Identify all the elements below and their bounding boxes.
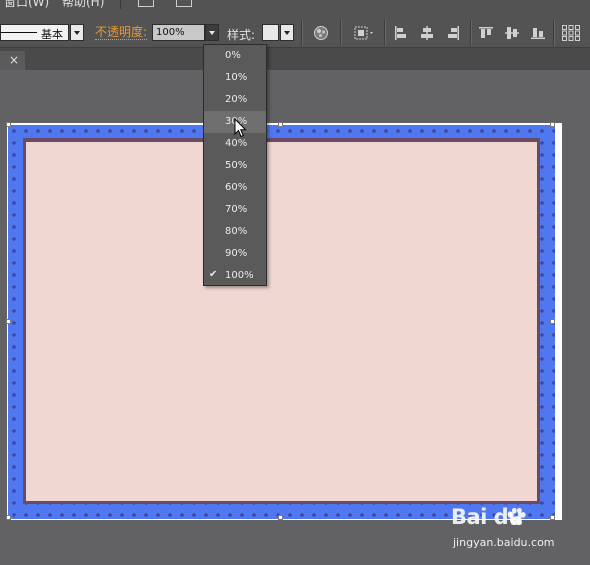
stroke-profile-label: 基本 [41,28,63,41]
baidu-logo: Bai du [451,505,526,529]
menu-window[interactable]: 窗口(W) [4,0,49,9]
control-bar: 基本 不透明度: 样式: [0,9,590,48]
menu-bar: 窗口(W) 帮助(H) [0,0,590,9]
opacity-option[interactable]: 70% [204,199,266,221]
opacity-option[interactable]: 10% [204,67,266,89]
opacity-option-label: 20% [225,94,248,105]
variable-width-profile-field[interactable]: 基本 [0,24,69,41]
opacity-option[interactable]: 60% [204,177,266,199]
graphic-style-swatch[interactable] [262,24,279,41]
toolbar-separator [340,20,342,46]
baidu-watermark: Bai du jingyan.baidu.com [449,503,589,563]
opacity-option[interactable]: 90% [204,243,266,265]
document-tab[interactable]: × [0,51,25,70]
opacity-option[interactable]: 20% [204,89,266,111]
recolor-artwork-icon[interactable] [312,24,330,42]
selection-handle[interactable] [278,515,283,520]
selection-handle[interactable] [278,122,283,127]
menu-help[interactable]: 帮助(H) [62,0,104,9]
selection-handle[interactable] [6,515,11,520]
opacity-option-label: 50% [225,160,248,171]
opacity-option-label: 70% [225,204,248,215]
opacity-option[interactable]: 80% [204,221,266,243]
opacity-option-label: 60% [225,182,248,193]
paw-icon [507,507,526,526]
toolbar-separator [301,20,303,46]
mouse-cursor-icon [234,117,248,141]
align-to-selection-icon[interactable] [353,24,377,42]
opacity-option-label: 100% [225,270,254,281]
arrange-documents-icon[interactable] [176,0,192,7]
selection-handle[interactable] [6,319,11,324]
framed-image[interactable] [26,142,537,501]
opacity-option-label: 90% [225,248,248,259]
selection-handle[interactable] [6,122,11,127]
opacity-dropdown-button[interactable] [205,24,219,41]
transform-reference-point-icon[interactable] [561,24,581,42]
vertical-align-center-icon[interactable] [503,24,521,42]
toolbar-separator [553,20,555,46]
opacity-option-label: 10% [225,72,248,83]
opacity-option[interactable]: 50% [204,155,266,177]
vertical-align-top-icon[interactable] [477,24,495,42]
horizontal-align-center-icon[interactable] [418,24,436,42]
vertical-align-bottom-icon[interactable] [529,24,547,42]
selection-handle[interactable] [550,122,555,127]
graphic-style-dropdown-button[interactable] [280,24,294,41]
bridge-icon[interactable] [138,0,154,7]
toolbar-separator [384,20,386,46]
opacity-dropdown-menu: 0%10%20%30%40%50%60%70%80%90%✔100% [203,44,267,286]
opacity-option[interactable]: ✔ 100% [204,265,266,287]
watermark-url: jingyan.baidu.com [453,536,555,549]
opacity-option[interactable]: 0% [204,45,266,67]
opacity-label[interactable]: 不透明度: [95,26,148,40]
horizontal-align-right-icon[interactable] [444,24,462,42]
style-label: 样式: [227,28,256,42]
stroke-profile-preview [1,32,37,33]
horizontal-align-left-icon[interactable] [392,24,410,42]
opacity-input[interactable] [152,24,205,41]
decorative-border-frame[interactable] [8,125,555,519]
opacity-option-label: 80% [225,226,248,237]
close-tab-icon[interactable]: × [9,53,19,67]
stroke-profile-dropdown-button[interactable] [70,24,84,41]
menu-separator [120,0,121,9]
document-tab-strip: × [0,48,590,70]
checkmark-icon: ✔ [209,269,218,280]
opacity-option-label: 0% [225,50,241,61]
selection-handle[interactable] [550,319,555,324]
toolbar-separator [470,20,472,46]
